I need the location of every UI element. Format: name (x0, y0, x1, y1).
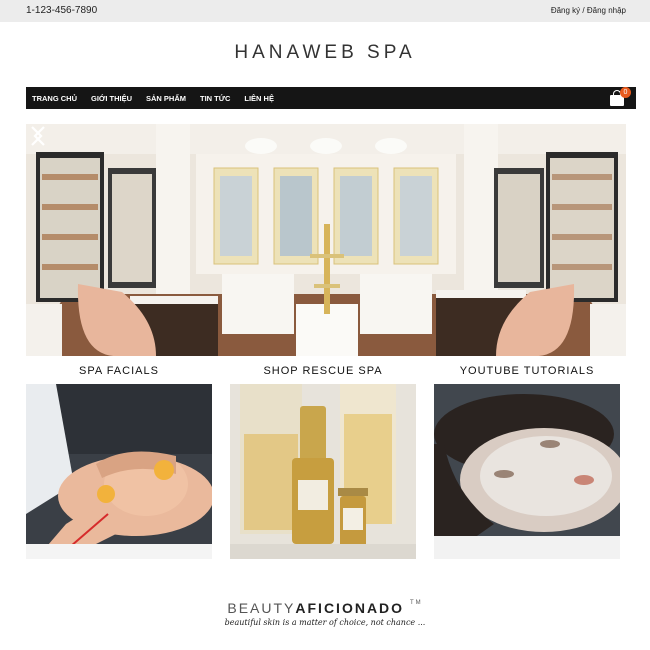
nav-item-contact[interactable]: LIÊN HỆ (244, 94, 274, 103)
nav-item-news[interactable]: TIN TỨC (200, 94, 230, 103)
hero-slider[interactable] (26, 124, 626, 356)
auth-links: Đăng ký / Đăng nhập (551, 6, 626, 15)
nav-item-about[interactable]: GIỚI THIỆU (91, 94, 132, 103)
category-shop-rescue-spa[interactable]: SHOP RESCUE SPA (230, 365, 416, 559)
brand-wordmark: BEAUTYAFICIONADO TM (227, 600, 423, 616)
facial-treatment-image[interactable] (26, 384, 212, 559)
top-bar: 1-123-456-7890 Đăng ký / Đăng nhập (0, 0, 650, 22)
spa-store-interior-image (26, 124, 626, 356)
cart-count-badge: 0 (620, 87, 631, 98)
serum-bottles-image[interactable] (230, 384, 416, 559)
chevron-right-icon[interactable] (26, 124, 46, 148)
brand-tagline: beautiful skin is a matter of choice, no… (224, 618, 426, 627)
nav-item-home[interactable]: TRANG CHỦ (32, 94, 77, 103)
login-link[interactable]: Đăng nhập (587, 6, 626, 15)
nav-menu: TRANG CHỦ GIỚI THIỆU SẢN PHẨM TIN TỨC LI… (32, 87, 288, 109)
trademark: TM (409, 600, 423, 606)
register-link[interactable]: Đăng ký (551, 6, 580, 15)
auth-separator: / (580, 6, 587, 15)
category-label[interactable]: SHOP RESCUE SPA (230, 365, 416, 380)
cart-button[interactable]: 0 (610, 87, 631, 106)
site-logo[interactable]: HANAWEB SPA (0, 42, 650, 64)
face-mask-image[interactable] (434, 384, 620, 559)
category-youtube-tutorials[interactable]: YOUTUBE TUTORIALS (434, 365, 620, 559)
phone-number: 1-123-456-7890 (26, 5, 98, 16)
main-nav: TRANG CHỦ GIỚI THIỆU SẢN PHẨM TIN TỨC LI… (26, 87, 636, 109)
nav-item-products[interactable]: SẢN PHẨM (146, 94, 186, 103)
category-label[interactable]: YOUTUBE TUTORIALS (434, 365, 620, 380)
category-label[interactable]: SPA FACIALS (26, 365, 212, 380)
category-spa-facials[interactable]: SPA FACIALS (26, 365, 212, 559)
footer-brand-logo: BEAUTYAFICIONADO TM beautiful skin is a … (0, 600, 650, 627)
